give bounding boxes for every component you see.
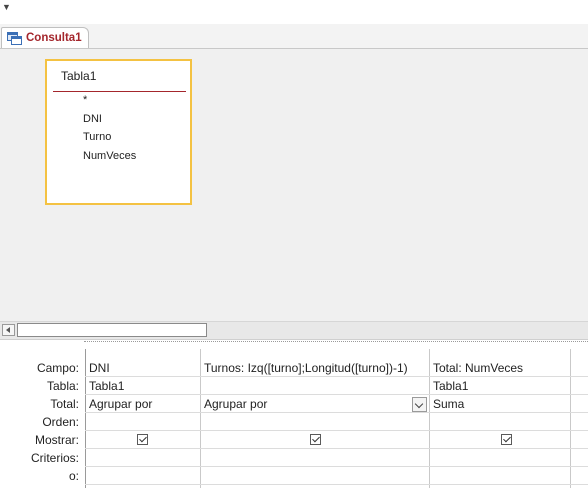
row-divider	[85, 412, 588, 413]
tabla-cell-1[interactable]: Tabla1	[89, 379, 124, 393]
total-cell-2[interactable]: Agrupar por	[204, 397, 267, 411]
scroll-left-icon[interactable]	[2, 324, 15, 336]
customize-toolbar-icon[interactable]: ▼	[2, 2, 11, 12]
row-divider	[85, 376, 588, 377]
table-title: Tabla1	[61, 69, 97, 83]
horizontal-scrollbar[interactable]	[0, 321, 588, 339]
row-divider	[85, 466, 588, 467]
total-dropdown-chevron-icon[interactable]	[412, 397, 427, 412]
row-label-total: Total:	[50, 397, 79, 411]
column-divider	[200, 349, 201, 488]
field-all[interactable]: *	[83, 94, 87, 106]
row-label-campo: Campo:	[36, 361, 79, 375]
mostrar-checkbox-2[interactable]	[310, 434, 321, 445]
row-label-criterios: Criterios:	[30, 451, 79, 465]
scroll-thumb[interactable]	[17, 323, 207, 337]
tab-consulta1[interactable]: Consulta1	[1, 27, 89, 48]
grid-left-border	[85, 349, 86, 488]
row-label-o: o:	[68, 469, 79, 483]
total-cell-1[interactable]: Agrupar por	[89, 397, 152, 411]
row-label-orden: Orden:	[42, 415, 79, 429]
quick-access-toolbar: ▼	[0, 0, 588, 24]
field-dni[interactable]: DNI	[83, 113, 102, 125]
row-divider	[85, 430, 588, 431]
field-turno[interactable]: Turno	[83, 131, 111, 143]
column-divider	[429, 349, 430, 488]
row-divider	[85, 394, 588, 395]
row-divider	[85, 448, 588, 449]
row-label-mostrar: Mostrar:	[34, 433, 79, 447]
query-icon	[7, 31, 22, 45]
campo-cell-3[interactable]: Total: NumVeces	[433, 361, 523, 375]
title-divider	[53, 91, 186, 92]
tab-label: Consulta1	[26, 32, 82, 44]
row-divider	[85, 484, 588, 485]
column-divider	[570, 349, 571, 488]
campo-cell-1[interactable]: DNI	[89, 361, 110, 375]
campo-cell-2[interactable]: Turnos: Izq([turno];Longitud([turno])-1)	[204, 361, 408, 375]
tabla-cell-3[interactable]: Tabla1	[433, 379, 468, 393]
field-numveces[interactable]: NumVeces	[83, 150, 136, 162]
total-cell-3[interactable]: Suma	[433, 397, 464, 411]
row-label-tabla: Tabla:	[46, 379, 79, 393]
table-field-list[interactable]: Tabla1 * DNI Turno NumVeces	[45, 59, 192, 205]
mostrar-checkbox-1[interactable]	[137, 434, 148, 445]
mostrar-checkbox-3[interactable]	[501, 434, 512, 445]
